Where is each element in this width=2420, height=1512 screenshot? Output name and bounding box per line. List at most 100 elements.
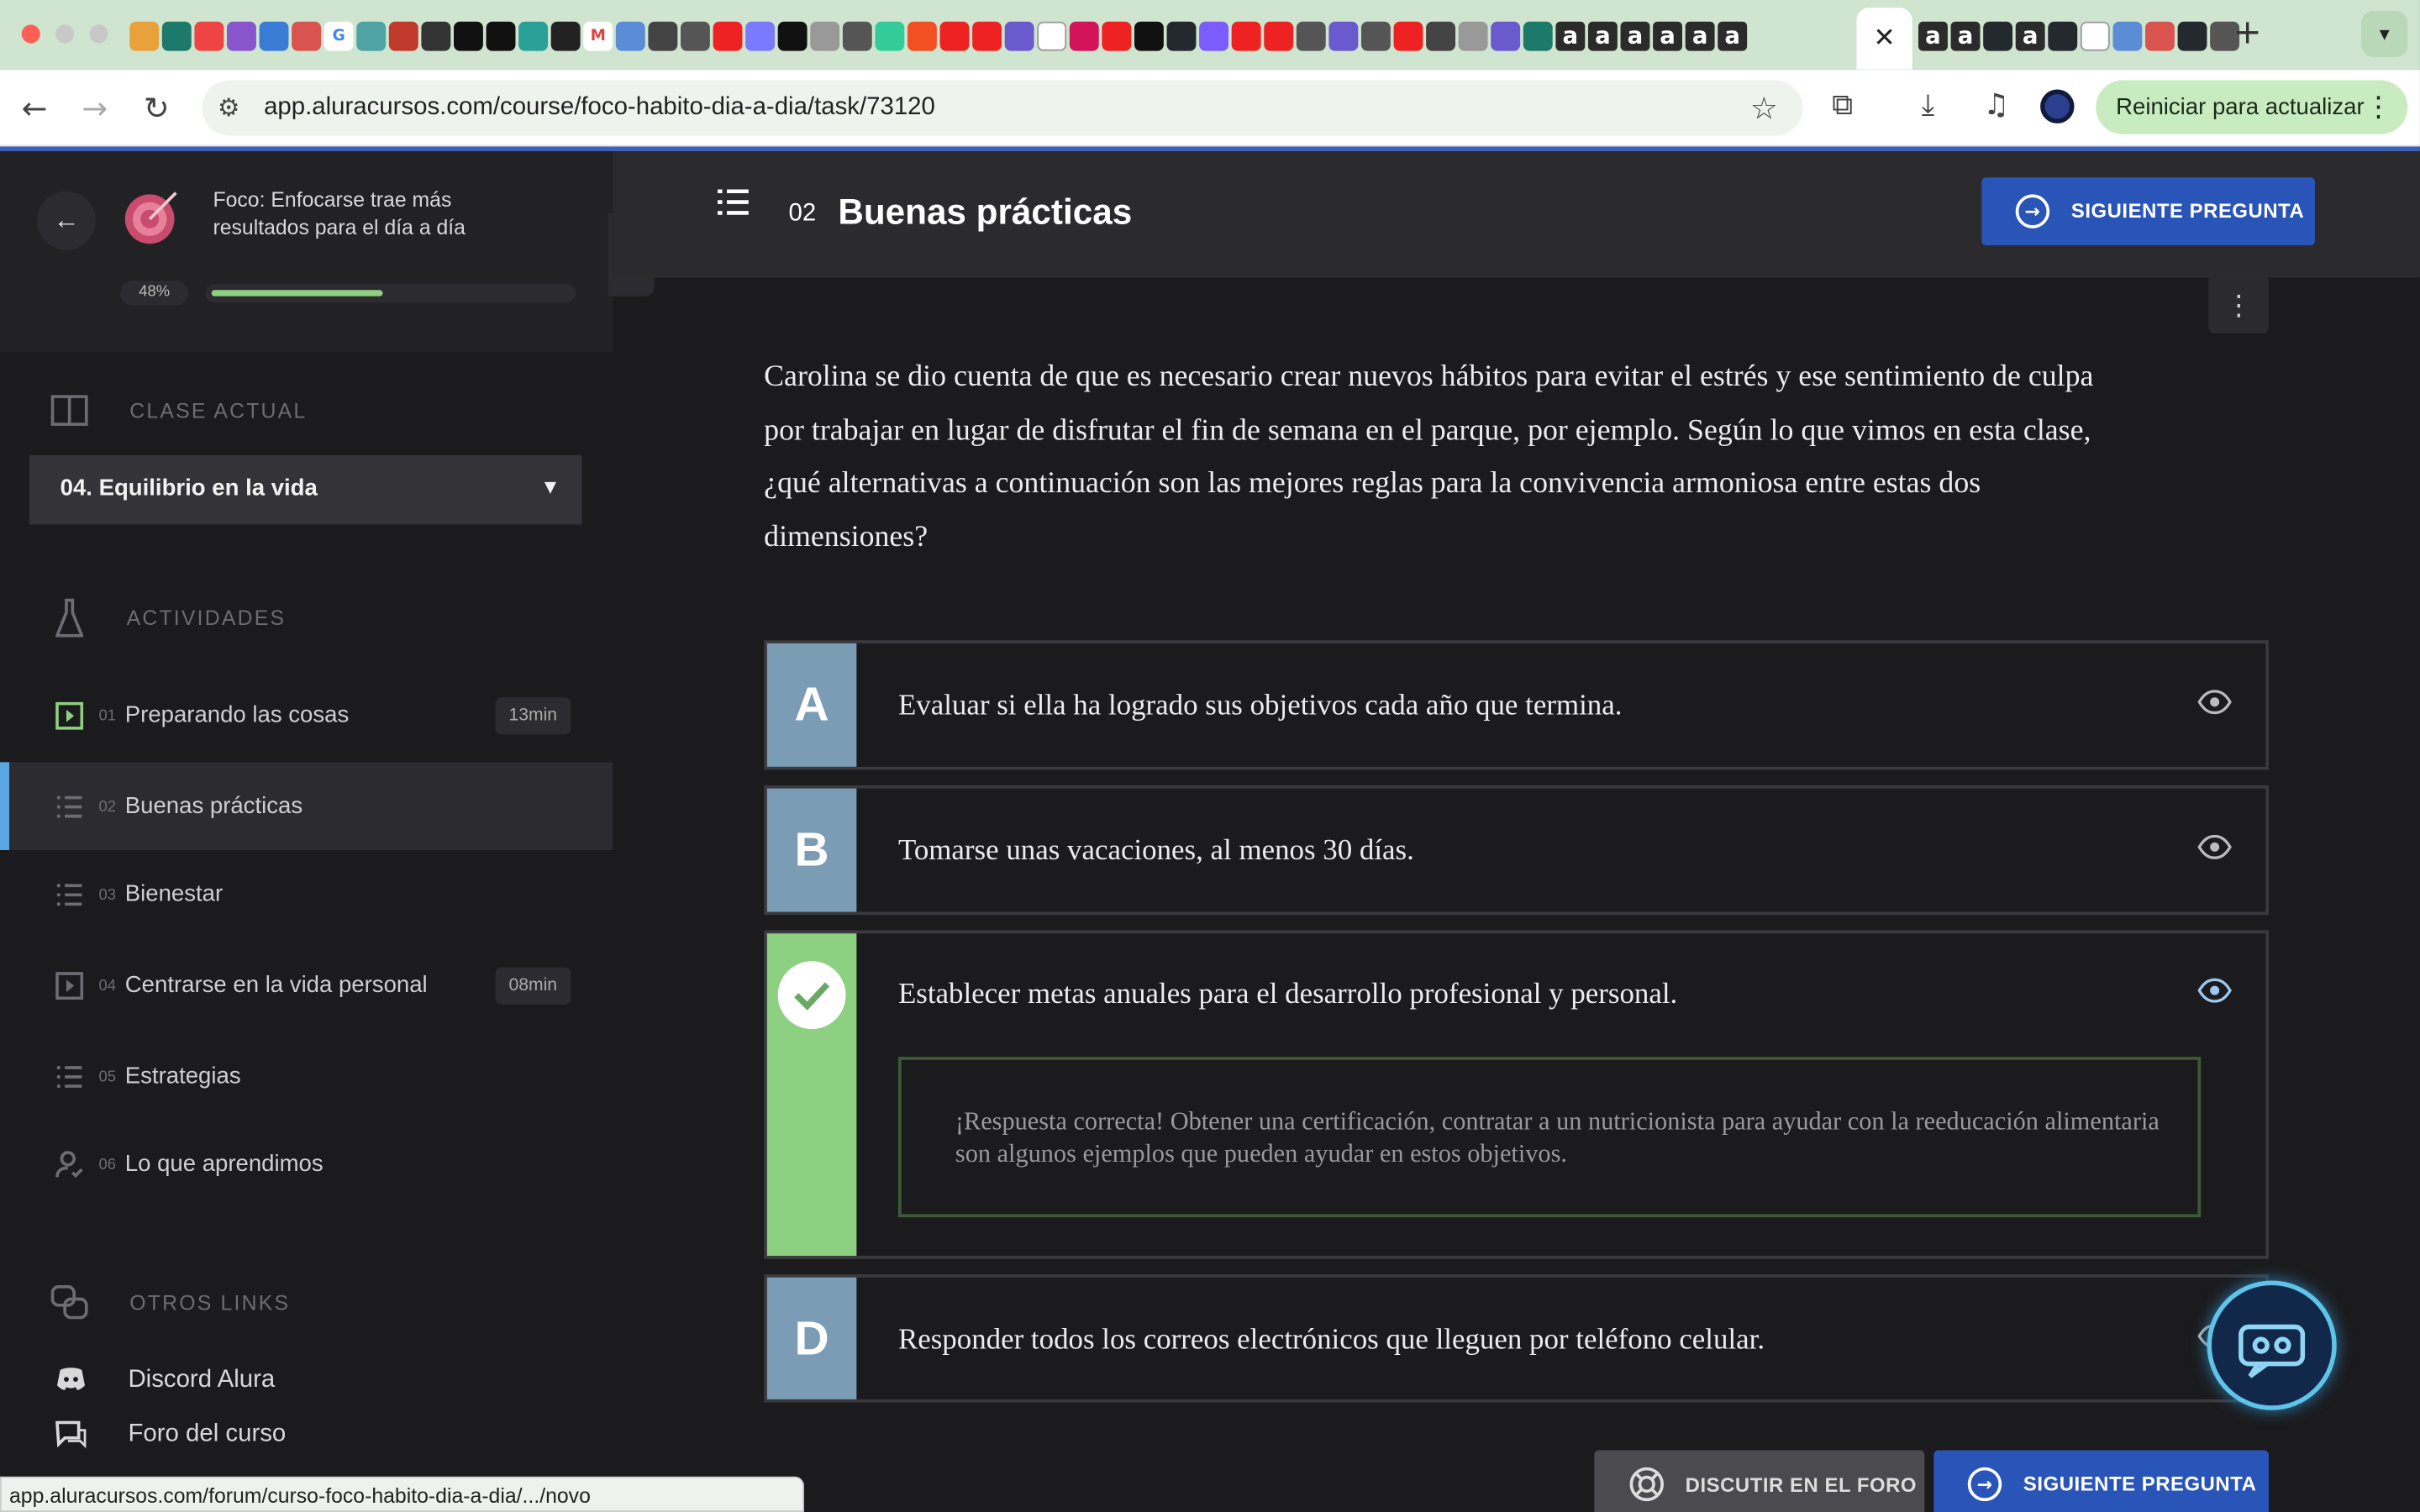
extensions-icon[interactable]: ⧉ bbox=[1832, 88, 1853, 122]
window-close-button[interactable] bbox=[21, 24, 40, 44]
tab-favicon-youtube-icon[interactable] bbox=[713, 20, 743, 50]
tab-favicon-icon[interactable] bbox=[777, 20, 808, 50]
alternative-b[interactable]: B Tomarse unas vacaciones, al menos 30 d… bbox=[764, 785, 2269, 916]
tab-favicon-icon[interactable] bbox=[356, 20, 387, 50]
tab-favicon-a-icon[interactable]: a bbox=[1653, 20, 1683, 50]
tab-favicon-icon[interactable] bbox=[161, 20, 192, 50]
tab-favicon-icon[interactable] bbox=[2145, 20, 2175, 50]
tab-favicon-github-icon[interactable] bbox=[2177, 20, 2207, 50]
tab-favicon-a-icon[interactable]: a bbox=[2015, 20, 2045, 50]
tab-favicon-icon[interactable] bbox=[1491, 20, 1521, 50]
forward-arrow-icon[interactable]: → bbox=[82, 90, 108, 127]
tab-favicon-icon[interactable] bbox=[1199, 20, 1229, 50]
alternative-c-correct[interactable]: Establecer metas anuales para el desarro… bbox=[764, 930, 2269, 1259]
update-browser-button[interactable]: Reiniciar para actualizar ⋮ bbox=[2096, 80, 2408, 134]
reload-icon[interactable]: ↻ bbox=[144, 90, 170, 127]
sidebar-item-lo-que-aprendimos[interactable]: 06 Lo que aprendimos bbox=[0, 1120, 613, 1208]
back-to-course-button[interactable]: ← bbox=[37, 191, 96, 250]
tab-favicons[interactable]: G M a a a a a a bbox=[129, 18, 1748, 52]
address-bar[interactable]: ⚙ app.aluracursos.com/course/foco-habito… bbox=[202, 80, 1803, 136]
task-list-icon[interactable] bbox=[716, 185, 750, 218]
tab-favicon-icon[interactable] bbox=[810, 20, 840, 50]
tab-favicon-icon[interactable] bbox=[486, 20, 516, 50]
tab-favicon-icon[interactable] bbox=[1134, 20, 1164, 50]
alternative-d[interactable]: D Responder todos los correos electrónic… bbox=[764, 1274, 2269, 1403]
tab-favicon-github-icon[interactable] bbox=[1983, 20, 2013, 50]
tab-favicon-youtube-icon[interactable] bbox=[1393, 20, 1423, 50]
profile-avatar[interactable] bbox=[2040, 89, 2075, 123]
tab-favicon-icon[interactable] bbox=[226, 20, 256, 50]
site-info-icon[interactable]: ⚙ bbox=[218, 92, 239, 123]
tab-favicon-icon[interactable] bbox=[421, 20, 451, 50]
media-control-icon[interactable]: ♫ bbox=[1983, 88, 2009, 122]
window-zoom-button[interactable] bbox=[89, 24, 108, 44]
tab-favicon-icon[interactable] bbox=[842, 20, 872, 50]
course-forum-link[interactable]: Foro del curso bbox=[55, 1420, 286, 1457]
tab-favicon-icon[interactable] bbox=[1004, 20, 1034, 50]
tab-favicon-icon[interactable] bbox=[2080, 20, 2110, 50]
tab-favicon-a-icon[interactable]: a bbox=[1918, 20, 1948, 50]
eye-icon[interactable] bbox=[2197, 690, 2232, 715]
tab-favicon-gmail-icon[interactable]: M bbox=[583, 20, 613, 50]
tab-favicon-icon[interactable] bbox=[648, 20, 678, 50]
tab-favicon-icon[interactable] bbox=[2112, 20, 2143, 50]
tab-favicon-youtube-icon[interactable] bbox=[1231, 20, 1261, 50]
tab-favicon-a-icon[interactable]: a bbox=[1950, 20, 1981, 50]
tab-favicon-icon[interactable] bbox=[1523, 20, 1553, 50]
tab-favicon-icon[interactable] bbox=[388, 20, 418, 50]
sidebar-item-preparando[interactable]: 01 Preparando las cosas 13min bbox=[0, 671, 613, 759]
tab-favicon-youtube-icon[interactable] bbox=[1102, 20, 1132, 50]
active-tab-close-button[interactable]: ✕ bbox=[1856, 8, 1912, 70]
tab-favicon-a-icon[interactable]: a bbox=[1718, 20, 1748, 50]
tab-favicon-icon[interactable] bbox=[680, 20, 710, 50]
next-question-bottom-button[interactable]: → SIGUIENTE PREGUNTA bbox=[1933, 1450, 2269, 1512]
tab-favicon-icon[interactable] bbox=[129, 20, 160, 50]
tab-favicon-icon[interactable] bbox=[1069, 20, 1099, 50]
tab-favicon-icon[interactable] bbox=[875, 20, 905, 50]
url-text[interactable]: app.aluracursos.com/course/foco-habito-d… bbox=[264, 94, 935, 122]
chatbot-button[interactable] bbox=[2207, 1280, 2337, 1410]
window-minimize-button[interactable] bbox=[55, 24, 75, 44]
back-arrow-icon[interactable]: ← bbox=[22, 90, 48, 127]
download-icon[interactable]: ⤓ bbox=[1922, 88, 1934, 122]
tab-favicons-right[interactable]: a a a bbox=[1918, 18, 2240, 52]
discuss-forum-button[interactable]: DISCUTIR EN EL FORO bbox=[1594, 1450, 1925, 1512]
more-options-icon[interactable]: ⋮ bbox=[2208, 277, 2269, 333]
tab-favicon-a-icon[interactable]: a bbox=[1555, 20, 1586, 50]
eye-icon[interactable] bbox=[2197, 978, 2232, 1003]
sidebar-item-estrategias[interactable]: 05 Estrategias bbox=[0, 1032, 613, 1121]
tab-favicon-icon[interactable] bbox=[1328, 20, 1359, 50]
tab-favicon-icon[interactable] bbox=[907, 20, 937, 50]
tab-favicon-icon[interactable] bbox=[1360, 20, 1391, 50]
tab-favicon-icon[interactable] bbox=[1458, 20, 1488, 50]
tab-favicon-a-icon[interactable]: a bbox=[1620, 20, 1650, 50]
bookmark-star-icon[interactable]: ☆ bbox=[1750, 90, 1778, 127]
eye-icon[interactable] bbox=[2197, 834, 2232, 859]
discord-link[interactable]: Discord Alura bbox=[55, 1367, 275, 1399]
tab-favicon-icon[interactable] bbox=[550, 20, 581, 50]
tab-favicon-icon[interactable] bbox=[1426, 20, 1456, 50]
tab-favicon-icon[interactable] bbox=[615, 20, 645, 50]
sidebar-item-centrarse[interactable]: 04 Centrarse en la vida personal 08min bbox=[0, 941, 613, 1029]
current-class-dropdown[interactable]: 04. Equilibrio en la vida ▼ bbox=[29, 454, 582, 525]
tab-favicon-icon[interactable] bbox=[745, 20, 776, 50]
tab-favicon-icon[interactable] bbox=[1296, 20, 1326, 50]
tab-favicon-youtube-icon[interactable] bbox=[972, 20, 1002, 50]
sidebar-item-buenas-practicas[interactable]: 02 Buenas prácticas bbox=[0, 762, 613, 851]
browser-menu-icon[interactable]: ⋮ bbox=[2365, 91, 2392, 123]
tab-favicon-icon[interactable] bbox=[292, 20, 322, 50]
tab-favicon-icon[interactable] bbox=[1037, 20, 1067, 50]
tab-favicon-youtube-icon[interactable] bbox=[1264, 20, 1294, 50]
tab-favicon-a-icon[interactable]: a bbox=[1685, 20, 1715, 50]
tab-search-chevron-icon[interactable]: ▾ bbox=[2361, 10, 2408, 57]
tab-favicon-icon[interactable] bbox=[518, 20, 549, 50]
alternative-a[interactable]: A Evaluar si ella ha logrado sus objetiv… bbox=[764, 640, 2269, 770]
next-question-button[interactable]: → SIGUIENTE PREGUNTA bbox=[1981, 177, 2316, 246]
tab-favicon-icon[interactable] bbox=[453, 20, 483, 50]
tab-favicon-a-icon[interactable]: a bbox=[1587, 20, 1618, 50]
sidebar-item-bienestar[interactable]: 03 Bienestar bbox=[0, 850, 613, 938]
tab-favicon-icon[interactable] bbox=[194, 20, 224, 50]
tab-favicon-github-icon[interactable] bbox=[2048, 20, 2078, 50]
tab-favicon-youtube-icon[interactable] bbox=[939, 20, 970, 50]
tab-favicon-icon[interactable] bbox=[259, 20, 289, 50]
